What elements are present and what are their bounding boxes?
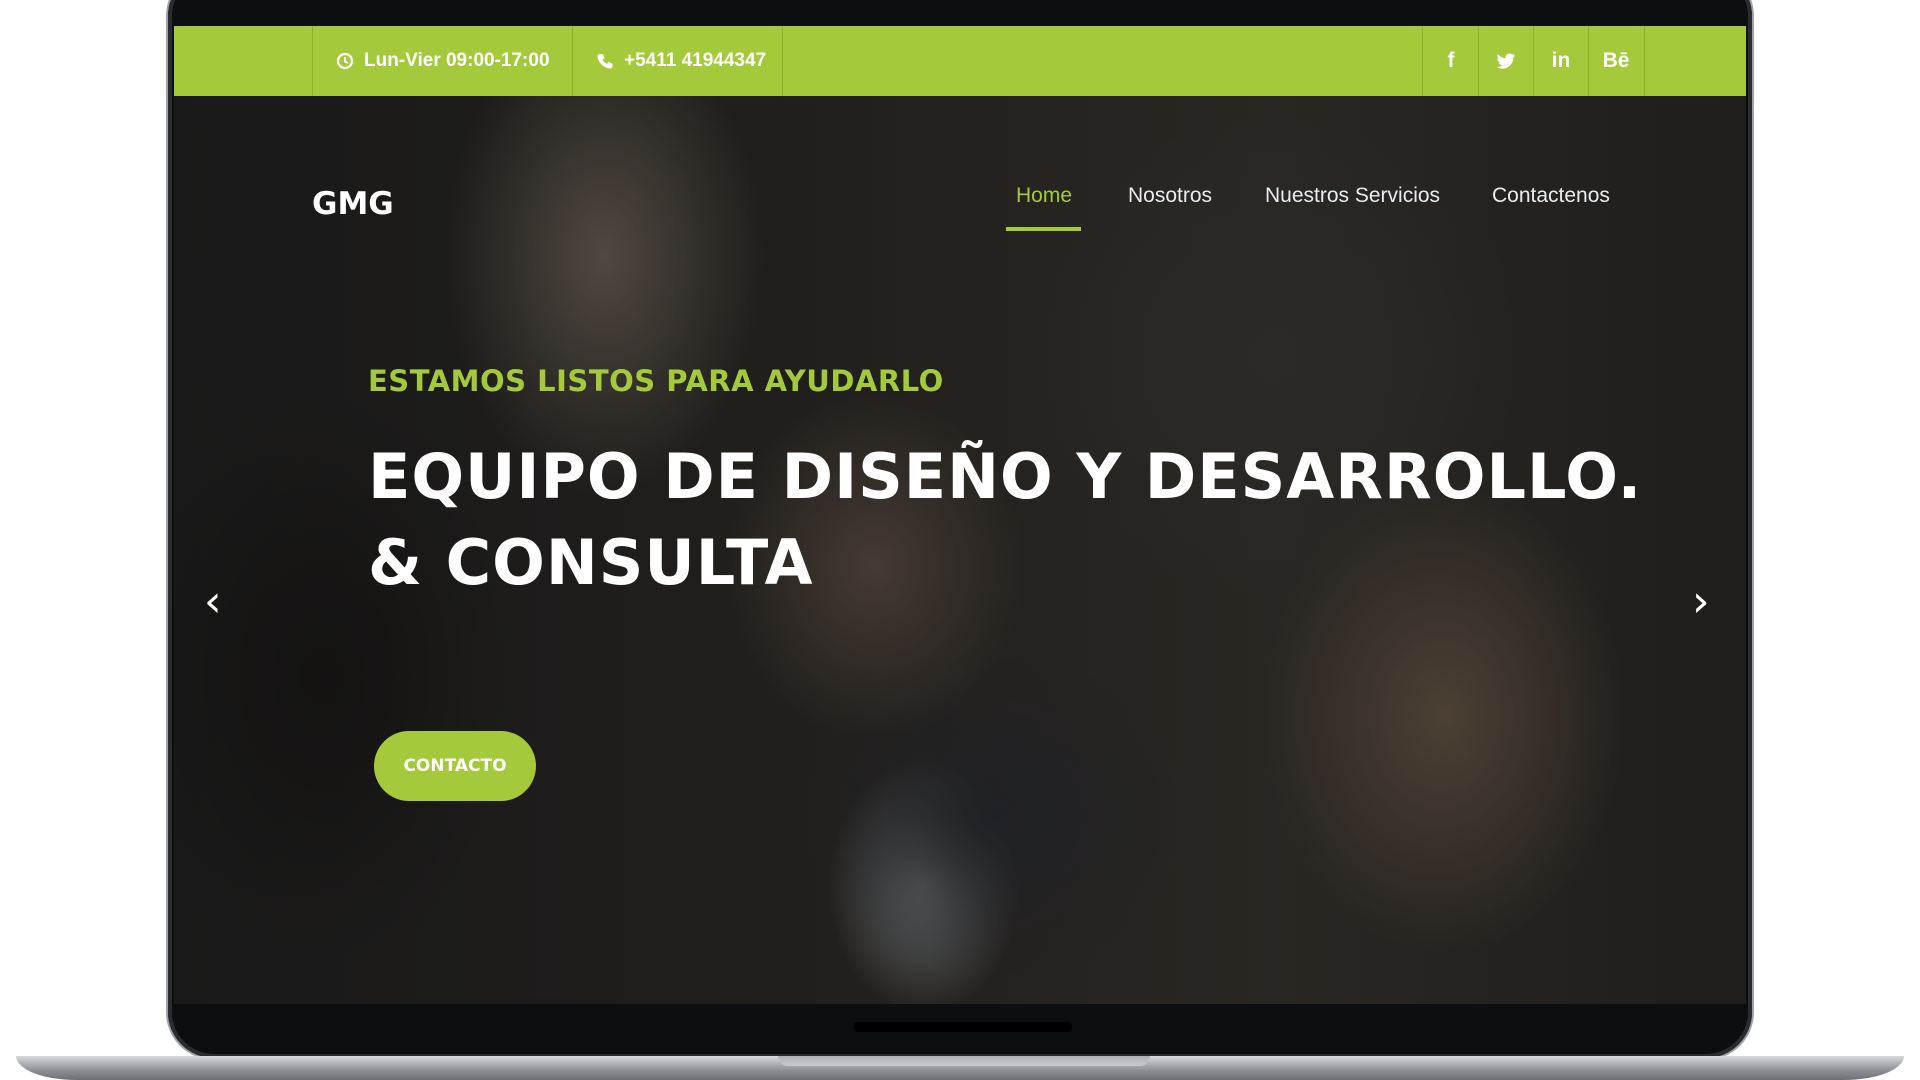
hours-text: Lun-Vier 09:00-17:00 xyxy=(364,50,550,71)
twitter-link[interactable] xyxy=(1479,26,1533,96)
phone-info[interactable]: +5411 41944347 xyxy=(596,26,766,96)
nav-contactenos[interactable]: Contactenos xyxy=(1492,184,1610,208)
laptop-notch xyxy=(778,1056,1150,1066)
site-logo[interactable]: GMG xyxy=(312,186,394,222)
hero-headline-line1: EQUIPO DE DISEÑO Y DESARROLLO. xyxy=(368,440,1643,513)
twitter-icon xyxy=(1496,52,1516,70)
nav-home[interactable]: Home xyxy=(1016,184,1072,208)
linkedin-link[interactable]: in xyxy=(1534,26,1588,96)
hero-headline: EQUIPO DE DISEÑO Y DESARROLLO. & CONSULT… xyxy=(368,434,1642,606)
topbar-divider xyxy=(1422,26,1423,96)
facebook-icon: f xyxy=(1447,49,1455,72)
topbar-divider xyxy=(1644,26,1645,96)
topbar-divider xyxy=(572,26,573,96)
phone-icon xyxy=(596,52,614,70)
behance-link[interactable]: Bē xyxy=(1589,26,1643,96)
next-slide-arrow-icon[interactable]: › xyxy=(1692,576,1710,627)
contact-button[interactable]: CONTACTO xyxy=(374,731,536,801)
hours-info: Lun-Vier 09:00-17:00 xyxy=(336,26,550,96)
phone-text: +5411 41944347 xyxy=(624,50,767,71)
linkedin-icon: in xyxy=(1551,49,1571,72)
topbar-divider xyxy=(312,26,313,96)
nav-nosotros[interactable]: Nosotros xyxy=(1128,184,1212,208)
clock-icon xyxy=(336,52,354,70)
browser-screen: Lun-Vier 09:00-17:00 +5411 41944347 f in… xyxy=(174,26,1746,1004)
topbar-divider xyxy=(782,26,783,96)
behance-icon: Bē xyxy=(1602,49,1630,72)
hero-subtitle: ESTAMOS LISTOS PARA AYUDARLO xyxy=(368,364,944,398)
hero-slider: GMG Home Nosotros Nuestros Servicios Con… xyxy=(174,96,1746,1004)
screen-bottom-bezel xyxy=(854,1022,1072,1032)
nav-active-indicator xyxy=(1006,227,1081,231)
hero-headline-line2: & CONSULTA xyxy=(368,526,814,599)
prev-slide-arrow-icon[interactable]: ‹ xyxy=(204,576,222,627)
facebook-link[interactable]: f xyxy=(1424,26,1478,96)
nav-nuestros-servicios[interactable]: Nuestros Servicios xyxy=(1265,184,1440,208)
top-info-bar: Lun-Vier 09:00-17:00 +5411 41944347 f in… xyxy=(174,26,1746,96)
